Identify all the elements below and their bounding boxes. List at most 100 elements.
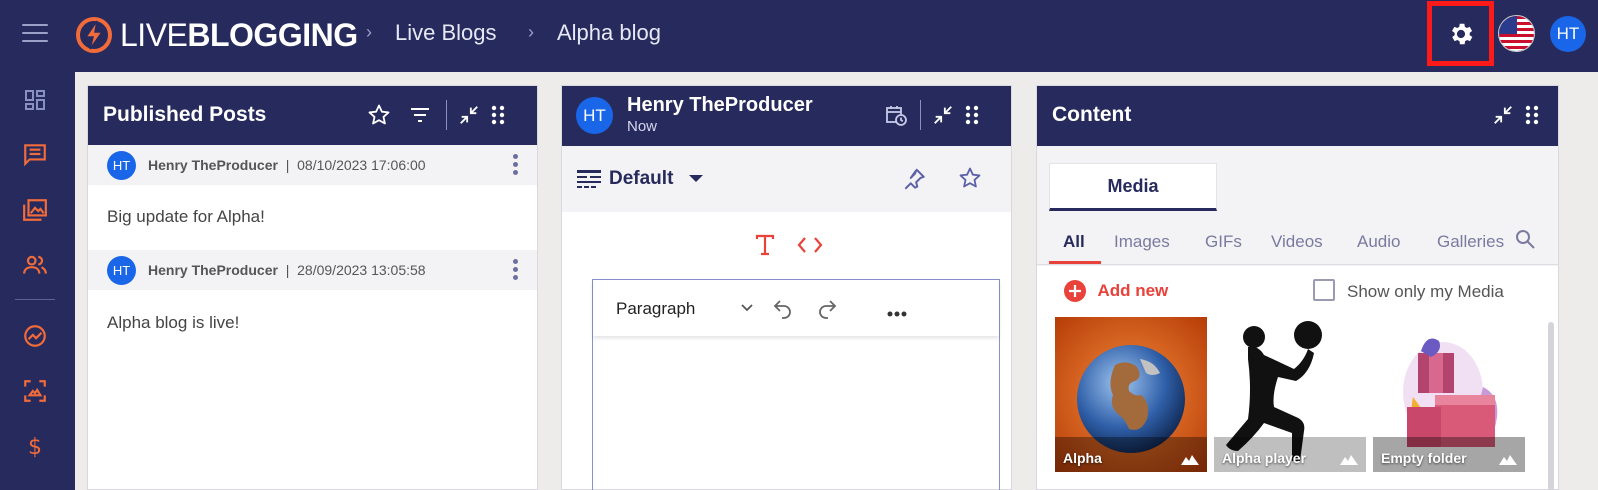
editor-header: HT Henry TheProducer Now: [562, 86, 1011, 146]
collapse-icon[interactable]: [1489, 101, 1517, 129]
more-options-icon[interactable]: [886, 305, 908, 323]
author-avatar: HT: [107, 256, 136, 285]
media-item-empty-folder[interactable]: Empty folder: [1373, 317, 1525, 472]
editor-author-name: Henry TheProducer: [627, 94, 813, 116]
author-avatar: HT: [576, 97, 613, 134]
billing-icon[interactable]: $: [20, 431, 50, 461]
editor-time: Now: [627, 118, 658, 135]
collapse-icon[interactable]: [929, 101, 957, 129]
breadcrumb-live-blogs[interactable]: Live Blogs: [395, 20, 497, 46]
media-library-icon[interactable]: [20, 195, 50, 225]
show-only-my-media-checkbox[interactable]: [1313, 279, 1335, 301]
image-type-icon: [1340, 455, 1358, 465]
media-item-label: Alpha: [1063, 450, 1102, 466]
breadcrumb-alpha-blog[interactable]: Alpha blog: [557, 20, 661, 46]
post-author: Henry TheProducer: [148, 157, 278, 173]
post-meta-row: HT Henry TheProducer | 28/09/2023 13:05:…: [88, 250, 537, 290]
filter-icon[interactable]: [406, 101, 434, 129]
template-icon: [577, 168, 601, 195]
us-flag-language-icon[interactable]: [1498, 15, 1535, 52]
post-meta-row: HT Henry TheProducer | 08/10/2023 17:06:…: [88, 145, 537, 185]
post-content[interactable]: Alpha blog is live!: [107, 313, 239, 333]
sidebar-divider: [15, 299, 55, 300]
top-bar: LIVEBLOGGING › Live Blogs › Alpha blog H…: [0, 0, 1598, 72]
filter-videos[interactable]: Videos: [1271, 232, 1323, 252]
star-icon[interactable]: [365, 101, 393, 129]
plus-circle-icon: [1064, 280, 1086, 302]
published-posts-header: Published Posts: [88, 86, 537, 146]
users-icon[interactable]: [20, 250, 50, 280]
post-timestamp: 28/09/2023 13:05:58: [297, 262, 426, 278]
rich-text-editor[interactable]: Paragraph: [592, 279, 1000, 490]
header-divider: [446, 100, 447, 130]
chevron-down-icon[interactable]: [689, 175, 703, 182]
post-author: Henry TheProducer: [148, 262, 278, 278]
scrollbar[interactable]: [1548, 322, 1554, 490]
app-logo[interactable]: LIVEBLOGGING: [74, 14, 358, 56]
globe-thumbnail: [1055, 317, 1207, 472]
posts-icon[interactable]: [20, 139, 50, 169]
drag-handle-icon[interactable]: [958, 101, 986, 129]
schedule-icon[interactable]: [882, 101, 910, 129]
filter-gifs[interactable]: GIFs: [1205, 232, 1242, 252]
author-avatar: HT: [107, 151, 136, 180]
post-editor-panel: HT Henry TheProducer Now Default Paragra…: [561, 85, 1012, 490]
more-options-icon[interactable]: [513, 154, 519, 176]
breadcrumb-separator-icon: ›: [366, 22, 372, 42]
svg-text:$: $: [28, 435, 42, 459]
filter-divider: [1037, 264, 1558, 265]
add-new-label: Add new: [1097, 281, 1169, 300]
undo-icon[interactable]: [771, 296, 795, 325]
logo-text-live: LIVE: [120, 16, 188, 53]
boxes-illustration-thumbnail: [1373, 317, 1525, 472]
content-panel: Content Media All Images GIFs Videos Aud…: [1036, 85, 1559, 490]
tab-media[interactable]: Media: [1049, 163, 1217, 211]
search-icon[interactable]: [1513, 227, 1537, 256]
user-avatar[interactable]: HT: [1550, 16, 1586, 52]
media-item-label: Alpha player: [1222, 450, 1307, 466]
gallery-icon[interactable]: [20, 376, 50, 406]
panel-title: Published Posts: [103, 103, 267, 126]
filter-audio[interactable]: Audio: [1357, 232, 1400, 252]
collapse-icon[interactable]: [455, 101, 483, 129]
gear-icon: [1451, 23, 1472, 44]
filter-galleries[interactable]: Galleries: [1437, 232, 1504, 252]
more-options-icon[interactable]: [513, 259, 519, 281]
published-posts-panel: Published Posts HT Henry TheProducer | 0…: [87, 85, 538, 490]
text-block-icon[interactable]: [754, 234, 776, 261]
star-icon[interactable]: [958, 166, 982, 195]
media-item-alpha-player[interactable]: Alpha player: [1214, 317, 1366, 472]
editor-toolbar: Paragraph: [593, 280, 999, 336]
header-divider: [920, 100, 921, 130]
drag-handle-icon[interactable]: [1518, 101, 1546, 129]
post-content[interactable]: Big update for Alpha!: [107, 207, 265, 227]
template-select[interactable]: Default: [609, 168, 673, 190]
add-new-button[interactable]: Add new: [1063, 279, 1168, 303]
editor-template-bar: Default: [562, 146, 1011, 212]
media-item-label: Empty folder: [1381, 450, 1467, 466]
bolt-logo-icon: [76, 17, 112, 53]
menu-icon[interactable]: [22, 24, 48, 44]
settings-button[interactable]: [1427, 1, 1494, 66]
player-silhouette-thumbnail: [1214, 317, 1366, 472]
content-header: Content: [1037, 86, 1558, 146]
show-only-my-media-label: Show only my Media: [1347, 282, 1504, 301]
filter-all[interactable]: All: [1063, 232, 1085, 252]
image-type-icon: [1181, 455, 1199, 465]
code-block-icon[interactable]: [797, 234, 823, 261]
dashboard-icon[interactable]: [20, 85, 50, 115]
panel-title: Content: [1052, 103, 1132, 126]
media-item-alpha[interactable]: Alpha: [1055, 317, 1207, 472]
chevron-down-icon[interactable]: [740, 301, 754, 319]
post-timestamp: 08/10/2023 17:06:00: [297, 157, 426, 173]
active-filter-indicator: [1049, 261, 1101, 264]
filter-images[interactable]: Images: [1114, 232, 1170, 252]
breadcrumb-separator-icon: ›: [528, 22, 534, 42]
pin-icon[interactable]: [901, 166, 927, 197]
drag-handle-icon[interactable]: [484, 101, 512, 129]
logo-text-blogging: BLOGGING: [187, 16, 358, 53]
analytics-icon[interactable]: [20, 321, 50, 351]
block-type-select[interactable]: Paragraph: [616, 299, 695, 319]
meta-separator: |: [277, 157, 298, 173]
redo-icon[interactable]: [815, 296, 839, 325]
